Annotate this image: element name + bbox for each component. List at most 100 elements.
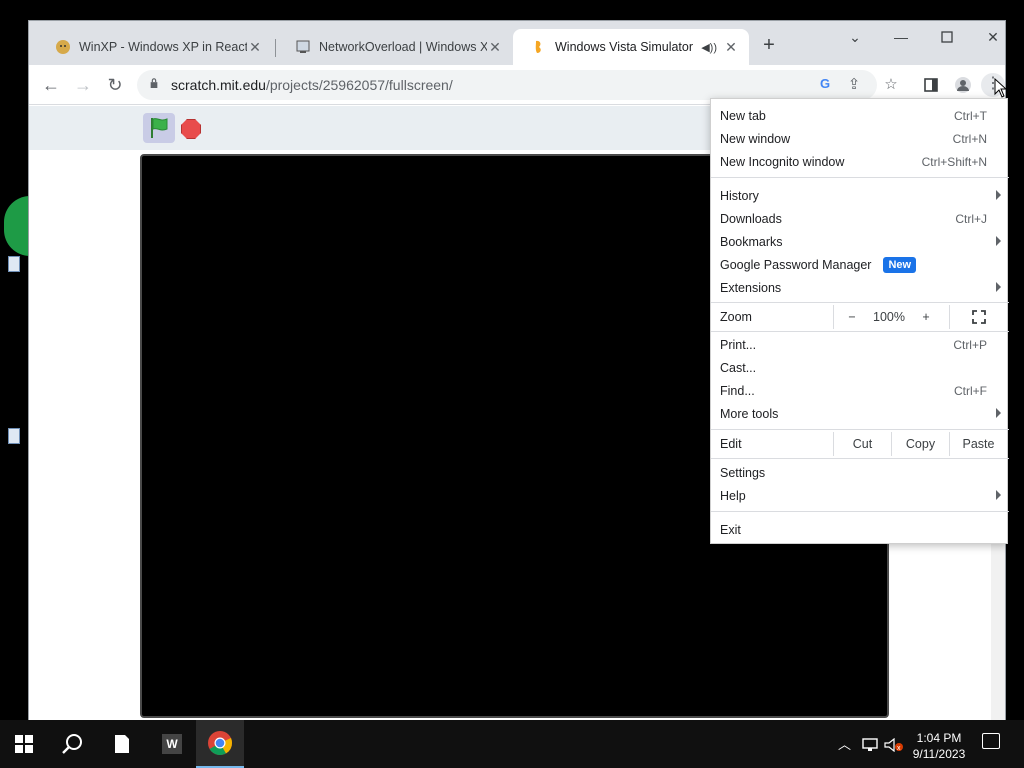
mouse-cursor-icon	[994, 78, 1006, 98]
address-bar[interactable]: scratch.mit.edu/projects/25962057/fullsc…	[137, 70, 877, 100]
menu-label: Exit	[720, 522, 741, 537]
menu-shortcut: Ctrl+Shift+N	[921, 154, 987, 169]
menu-downloads[interactable]: Downloads Ctrl+J	[711, 207, 1009, 230]
menu-edit-row: Edit Cut Copy Paste	[711, 432, 1009, 456]
svg-text:G: G	[820, 76, 830, 90]
google-lens-icon[interactable]: G	[817, 76, 835, 94]
menu-label: Downloads	[720, 211, 782, 226]
close-tab-icon[interactable]: ✕	[723, 39, 739, 55]
forward-arrow-icon[interactable]: →	[71, 73, 95, 97]
green-flag-button[interactable]	[143, 113, 175, 143]
minimize-button[interactable]: —	[887, 27, 915, 47]
desktop-shortcut-icon[interactable]	[8, 428, 20, 444]
menu-label: Cast...	[720, 360, 757, 375]
menu-divider	[711, 331, 1009, 332]
back-arrow-icon[interactable]: ←	[39, 73, 63, 97]
show-hidden-icons-chevron-icon[interactable]: ︿	[838, 734, 851, 753]
file-taskbar-button[interactable]	[98, 720, 146, 768]
search-icon	[62, 734, 82, 754]
zoom-in-button[interactable]: +	[913, 305, 939, 329]
url-text[interactable]: scratch.mit.edu/projects/25962057/fullsc…	[171, 77, 453, 93]
maximize-button[interactable]	[933, 27, 961, 47]
fullscreen-icon[interactable]	[951, 305, 1007, 329]
tab-strip: WinXP - Windows XP in React ✕ NetworkOve…	[29, 21, 1005, 65]
menu-label: Find...	[720, 383, 755, 398]
menu-print[interactable]: Print... Ctrl+P	[711, 333, 1009, 356]
lock-icon[interactable]	[149, 78, 159, 88]
menu-shortcut: Ctrl+J	[955, 211, 987, 226]
clock-time: 1:04 PM	[916, 731, 962, 745]
menu-settings[interactable]: Settings	[711, 461, 1009, 484]
menu-shortcut: Ctrl+F	[954, 383, 987, 398]
menu-divider	[711, 429, 1009, 430]
menu-new-incognito[interactable]: New Incognito window Ctrl+Shift+N	[711, 150, 1009, 173]
menu-help[interactable]: Help	[711, 484, 1009, 507]
menu-label: More tools	[720, 406, 779, 421]
copy-button[interactable]: Copy	[892, 432, 949, 456]
close-tab-icon[interactable]: ✕	[487, 39, 503, 55]
chrome-icon	[208, 731, 233, 756]
search-button[interactable]	[48, 720, 96, 768]
menu-label: Settings	[720, 465, 766, 480]
stop-button[interactable]	[181, 119, 201, 139]
menu-new-tab[interactable]: New tab Ctrl+T	[711, 104, 1009, 127]
menu-more-tools[interactable]: More tools	[711, 402, 1009, 425]
close-window-button[interactable]: ✕	[979, 27, 1007, 47]
url-path: /projects/25962057/fullscreen/	[265, 77, 453, 93]
tab-winxp[interactable]: WinXP - Windows XP in React ✕	[37, 29, 273, 65]
start-button[interactable]	[0, 720, 48, 768]
menu-find[interactable]: Find... Ctrl+F	[711, 379, 1009, 402]
submenu-arrow-icon	[996, 282, 1001, 292]
word-taskbar-button[interactable]: W	[148, 720, 196, 768]
share-icon[interactable]: ⇪	[845, 76, 863, 94]
paste-button[interactable]: Paste	[950, 432, 1007, 456]
menu-zoom-row: Zoom − 100% +	[711, 305, 1009, 329]
menu-shortcut: Ctrl+N	[952, 131, 987, 146]
zoom-out-button[interactable]: −	[839, 305, 865, 329]
windows-logo-icon	[15, 735, 33, 753]
desktop-shortcut-icon[interactable]	[8, 256, 20, 272]
new-badge: New	[883, 256, 917, 273]
new-tab-button[interactable]: +	[759, 35, 779, 57]
taskbar-clock[interactable]: 1:04 PM 9/11/2023	[906, 730, 972, 762]
profile-avatar-icon[interactable]	[951, 73, 975, 97]
doge-favicon-icon	[55, 39, 71, 55]
notification-center-icon[interactable]	[982, 733, 1000, 749]
close-tab-icon[interactable]: ✕	[247, 39, 263, 55]
menu-new-window[interactable]: New window Ctrl+N	[711, 127, 1009, 150]
menu-divider	[711, 511, 1009, 512]
menu-password-manager[interactable]: Google Password Manager New	[711, 253, 1009, 276]
menu-extensions[interactable]: Extensions	[711, 276, 1009, 299]
menu-cast[interactable]: Cast...	[711, 356, 1009, 379]
url-host: scratch.mit.edu	[171, 77, 266, 93]
menu-history[interactable]: History	[711, 184, 1009, 207]
reload-icon[interactable]: ↻	[103, 73, 127, 97]
volume-muted-icon[interactable]: x	[884, 738, 904, 752]
desktop-icon-chrome-partial[interactable]	[4, 196, 30, 256]
menu-label: Extensions	[720, 280, 782, 295]
audio-playing-icon[interactable]: ◀))	[701, 41, 717, 54]
network-icon[interactable]	[862, 738, 880, 752]
menu-label: Google Password Manager	[720, 257, 872, 272]
submenu-arrow-icon	[996, 236, 1001, 246]
tab-networkoverload[interactable]: NetworkOverload | Windows XP ✕	[277, 29, 513, 65]
cut-button[interactable]: Cut	[834, 432, 891, 456]
menu-shortcut: Ctrl+T	[954, 108, 987, 123]
menu-bookmarks[interactable]: Bookmarks	[711, 230, 1009, 253]
document-icon	[115, 735, 129, 753]
zoom-label: Zoom	[720, 310, 752, 324]
menu-label: History	[720, 188, 759, 203]
tab-vista-simulator[interactable]: Windows Vista Simulator V2 ◀)) ✕	[513, 29, 749, 65]
bookmark-star-icon[interactable]: ☆	[879, 73, 903, 97]
submenu-arrow-icon	[996, 490, 1001, 500]
menu-divider	[711, 302, 1009, 303]
side-panel-icon[interactable]	[919, 73, 943, 97]
tab-separator	[275, 39, 276, 57]
chrome-taskbar-button[interactable]	[196, 720, 244, 768]
taskbar: W ︿ x 1:04 PM 9/11/2023	[0, 720, 1024, 768]
menu-label: Bookmarks	[720, 234, 783, 249]
tab-search-chevron-icon[interactable]: ⌄	[841, 27, 869, 47]
menu-exit[interactable]: Exit	[711, 518, 1009, 541]
scratch-favicon-icon	[531, 39, 547, 55]
chrome-main-menu: New tab Ctrl+T New window Ctrl+N New Incog…	[710, 98, 1009, 544]
